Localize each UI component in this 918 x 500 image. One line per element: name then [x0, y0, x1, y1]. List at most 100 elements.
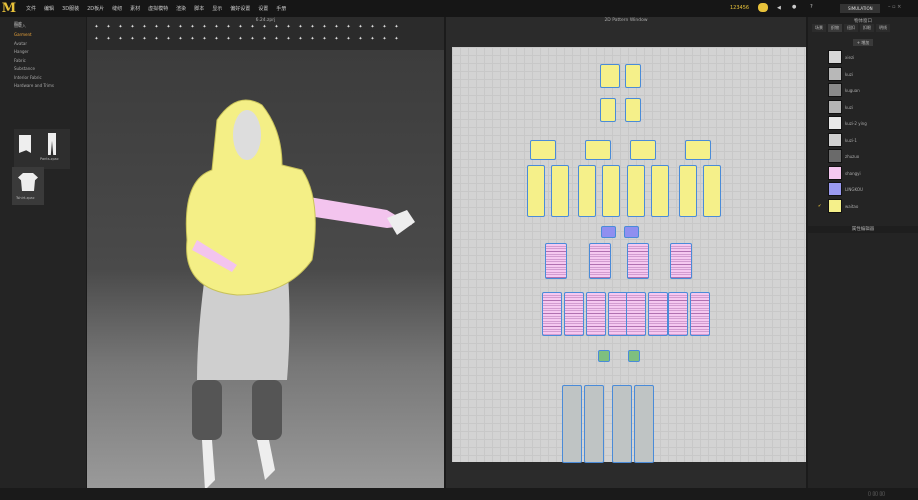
pattern-piece[interactable] [685, 140, 711, 160]
add-fabric-button[interactable]: + 增加 [853, 39, 873, 46]
menu-item[interactable]: 显示 [212, 6, 222, 12]
pattern-piece[interactable] [585, 140, 611, 160]
fabric-swatch[interactable] [828, 50, 842, 64]
pattern-piece[interactable] [598, 350, 610, 362]
pattern-piece[interactable] [670, 243, 692, 279]
toolbar-tool-icon[interactable]: ✦ [93, 24, 100, 31]
toolbar-tool-icon[interactable]: ✦ [321, 36, 328, 43]
toolbar-tool-icon[interactable]: ✦ [297, 24, 304, 31]
toolbar-tool-icon[interactable]: ✦ [345, 36, 352, 43]
fabric-swatch[interactable] [828, 83, 842, 97]
menu-item[interactable]: 设置 [258, 6, 268, 12]
menu-item[interactable]: 编辑 [44, 6, 54, 12]
toolbar-tool-icon[interactable]: ✦ [393, 36, 400, 43]
toolbar-tool-icon[interactable]: ✦ [393, 24, 400, 31]
fabric-swatch[interactable] [828, 116, 842, 130]
toolbar-tool-icon[interactable]: ✦ [333, 24, 340, 31]
pattern-piece[interactable] [626, 292, 646, 336]
toolbar-tool-icon[interactable]: ✦ [369, 36, 376, 43]
fabric-swatch[interactable] [828, 165, 842, 180]
help-icon[interactable]: ? [810, 4, 813, 10]
pattern-piece[interactable] [690, 292, 710, 336]
pattern-piece[interactable] [600, 64, 620, 88]
pattern-piece[interactable] [608, 292, 628, 336]
toolbar-tool-icon[interactable]: ✦ [213, 24, 220, 31]
toolbar-tool-icon[interactable]: ✦ [333, 36, 340, 43]
toolbar-tool-icon[interactable]: ✦ [285, 36, 292, 43]
toolbar-tool-icon[interactable]: ✦ [201, 24, 208, 31]
menu-item[interactable]: 虚拟模特 [148, 6, 168, 12]
folder-icon[interactable] [19, 135, 31, 153]
pattern-piece[interactable] [562, 385, 582, 463]
pants-icon[interactable] [48, 133, 56, 155]
pattern-piece[interactable] [668, 292, 688, 336]
pattern-piece[interactable] [625, 98, 641, 122]
object-browser-tab[interactable]: 扣眼 [860, 24, 874, 32]
pattern-piece[interactable] [602, 165, 620, 217]
menu-item[interactable]: 素材 [130, 6, 140, 12]
menu-item[interactable]: 手册 [276, 6, 286, 12]
library-item[interactable]: Interior Fabric [14, 75, 42, 80]
pattern-piece[interactable] [564, 292, 584, 336]
toolbar-tool-icon[interactable]: ✦ [225, 36, 232, 43]
pattern-piece[interactable] [648, 292, 668, 336]
object-browser-tab[interactable]: 明线 [876, 24, 890, 32]
cloud-icon[interactable] [758, 3, 768, 12]
toolbar-tool-icon[interactable]: ✦ [225, 24, 232, 31]
pattern-piece[interactable] [600, 98, 616, 122]
toolbar-tool-icon[interactable]: ✦ [381, 36, 388, 43]
toolbar-tool-icon[interactable]: ✦ [105, 36, 112, 43]
toolbar-tool-icon[interactable]: ✦ [105, 24, 112, 31]
toolbar-tool-icon[interactable]: ✦ [273, 24, 280, 31]
toolbar-tool-icon[interactable]: ✦ [357, 24, 364, 31]
toolbar-tool-icon[interactable]: ✦ [129, 24, 136, 31]
library-item[interactable]: Hardware and Trims [14, 83, 54, 88]
fabric-swatch[interactable] [828, 132, 842, 147]
toolbar-tool-icon[interactable]: ✦ [357, 36, 364, 43]
toolbar-tool-icon[interactable]: ✦ [297, 36, 304, 43]
library-item[interactable]: Garment [14, 32, 32, 37]
pattern-piece[interactable] [601, 226, 616, 238]
pattern-piece[interactable] [630, 140, 656, 160]
fabric-swatch[interactable] [828, 149, 842, 163]
pattern-piece[interactable] [545, 243, 567, 279]
menu-item[interactable]: 文件 [26, 6, 36, 12]
pattern-piece[interactable] [542, 292, 562, 336]
user-icon[interactable]: ● [792, 4, 796, 10]
library-item[interactable]: Substance [14, 66, 35, 71]
toolbar-tool-icon[interactable]: ✦ [261, 36, 268, 43]
toolbar-tool-icon[interactable]: ✦ [165, 24, 172, 31]
toolbar-tool-icon[interactable]: ✦ [249, 36, 256, 43]
toolbar-tool-icon[interactable]: ✦ [177, 24, 184, 31]
mode-selector[interactable]: SIMULATION [840, 4, 880, 13]
menu-item[interactable]: 偏好设置 [230, 6, 250, 12]
toolbar-tool-icon[interactable]: ✦ [117, 24, 124, 31]
toolbar-tool-icon[interactable]: ✦ [153, 36, 160, 43]
library-item[interactable]: Avatar [14, 41, 27, 46]
toolbar-tool-icon[interactable]: ✦ [285, 24, 292, 31]
file-tshirt[interactable]: Tshirt.zpac [12, 167, 44, 205]
object-browser-tab[interactable]: 织物 [828, 24, 842, 32]
toolbar-tool-icon[interactable]: ✦ [117, 36, 124, 43]
toolbar-tool-icon[interactable]: ✦ [189, 36, 196, 43]
toolbar-tool-icon[interactable]: ✦ [381, 24, 388, 31]
menu-item[interactable]: 3D服装 [62, 6, 79, 12]
pattern-piece[interactable] [584, 385, 604, 463]
window-controls[interactable]: – ▫ × [888, 4, 901, 10]
pattern-piece[interactable] [651, 165, 669, 217]
menu-item[interactable]: 2D板片 [87, 6, 104, 12]
toolbar-tool-icon[interactable]: ✦ [237, 36, 244, 43]
toolbar-tool-icon[interactable]: ✦ [141, 24, 148, 31]
pattern-piece[interactable] [625, 64, 641, 88]
object-browser-tab[interactable]: 纽扣 [844, 24, 858, 32]
view-layout-buttons[interactable]: ▯ ▯▯ ▯▯ [868, 491, 885, 497]
library-item[interactable]: Hanger [14, 49, 29, 54]
pattern-piece[interactable] [627, 243, 649, 279]
toolbar-tool-icon[interactable]: ✦ [273, 36, 280, 43]
pattern-piece[interactable] [527, 165, 545, 217]
toolbar-tool-icon[interactable]: ✦ [345, 24, 352, 31]
fabric-swatch[interactable] [828, 198, 842, 213]
toolbar-tool-icon[interactable]: ✦ [309, 36, 316, 43]
2d-canvas[interactable] [452, 47, 806, 463]
pattern-piece[interactable] [586, 292, 606, 336]
